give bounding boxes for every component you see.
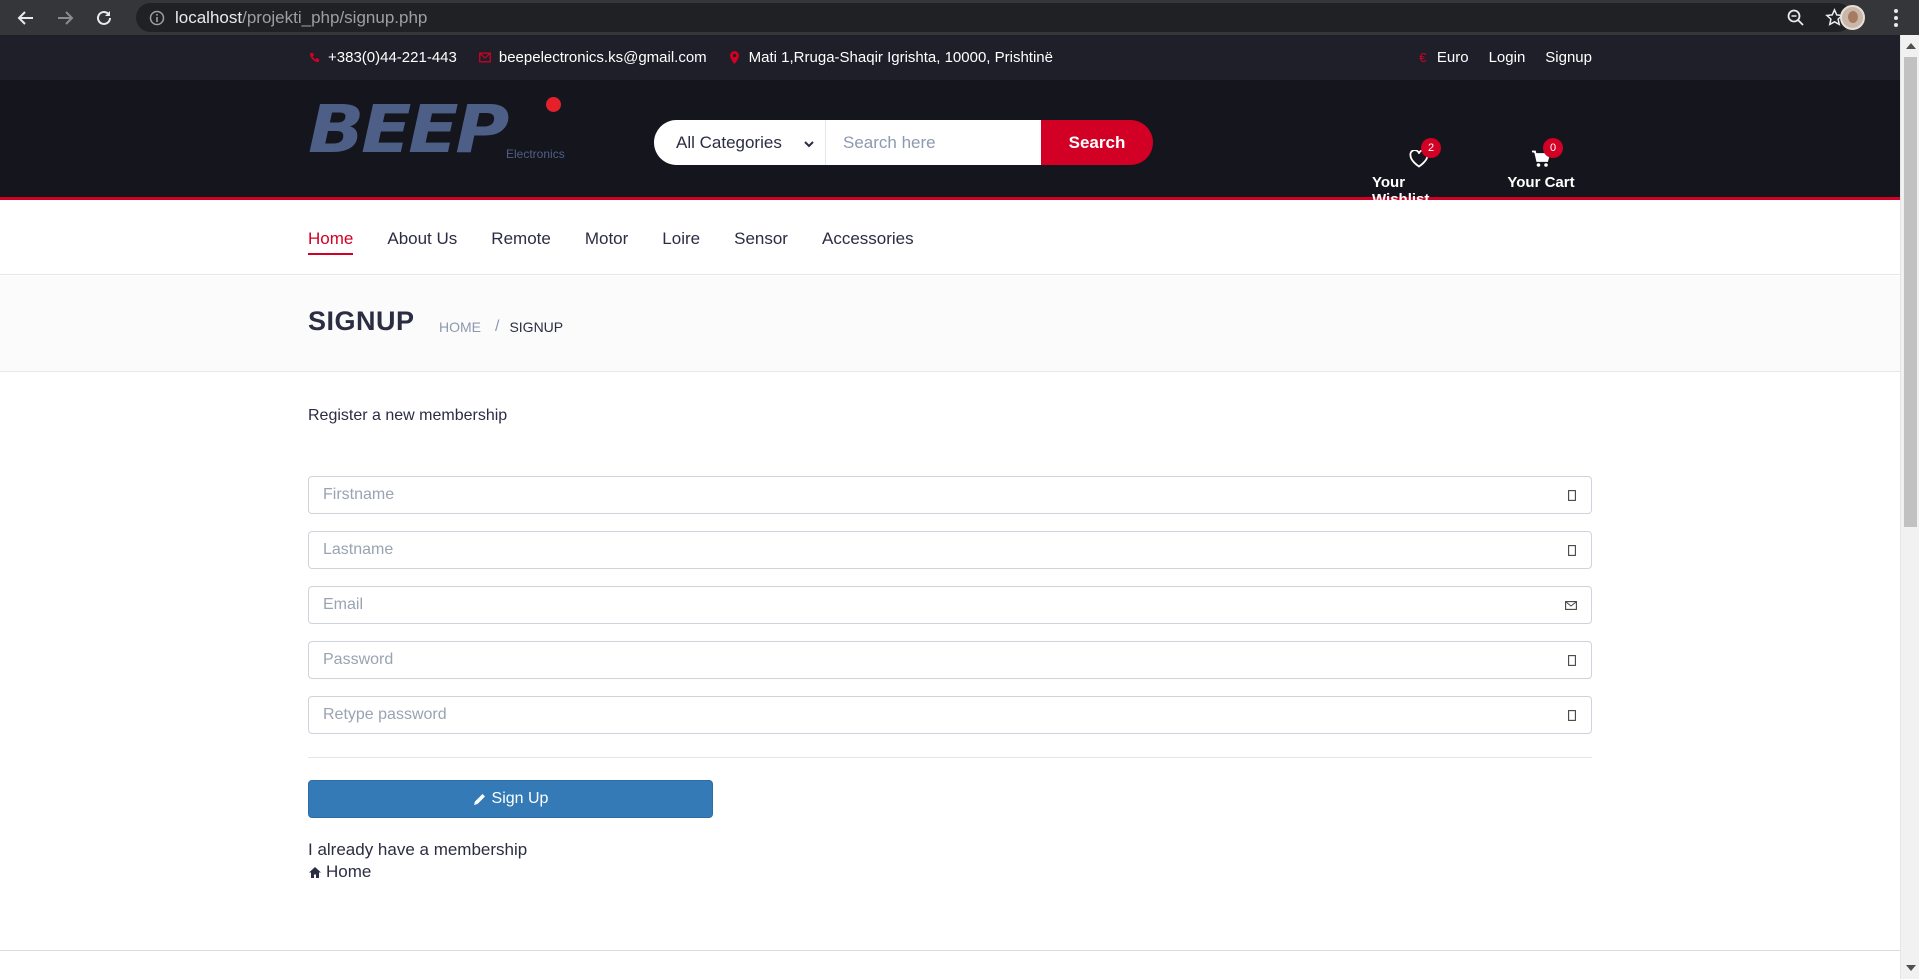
signup-form: Register a new membership Firstname Last… (308, 407, 1592, 881)
url-path: /projekti_php/signup.php (242, 7, 428, 27)
email-text: beepelectronics.ks@gmail.com (498, 49, 707, 66)
sign-up-label: Sign Up (491, 790, 549, 807)
home-icon (308, 866, 322, 879)
chevron-down-icon (803, 135, 815, 155)
url-host: localhost (175, 7, 243, 27)
nav-item-accessories[interactable]: Accessories (822, 221, 914, 257)
address-text: Mati 1,Rruga-Shaqir Igrishta, 10000, Pri… (748, 49, 1053, 66)
page-title: SIGNUP (308, 306, 415, 336)
password-field[interactable]: Password (308, 641, 1592, 679)
main-header: BEEP Electronics All Categories Search h… (0, 80, 1900, 208)
nav-item-motor[interactable]: Motor (585, 221, 628, 257)
nav-item-remote[interactable]: Remote (491, 221, 551, 257)
page-scrollbar[interactable] (1900, 35, 1919, 979)
cart-label: Your Cart (1507, 174, 1575, 191)
zoom-icon[interactable] (1786, 8, 1805, 31)
password-placeholder: Password (323, 651, 394, 668)
wishlist-count-badge: 2 (1421, 138, 1441, 158)
email-placeholder: Email (323, 596, 364, 613)
browser-menu-icon[interactable] (1886, 7, 1906, 29)
currency-link[interactable]: € Euro (1417, 49, 1469, 66)
phone-icon (308, 52, 320, 63)
home-link[interactable]: Home (308, 862, 371, 882)
signup-link[interactable]: Signup (1545, 49, 1592, 66)
scroll-up-arrow-icon[interactable] (1906, 43, 1916, 49)
register-message: Register a new membership (308, 407, 508, 424)
euro-icon: € (1419, 50, 1427, 65)
currency-text: Euro (1436, 49, 1469, 66)
address-link[interactable]: Mati 1,Rruga-Shaqir Igrishta, 10000, Pri… (729, 49, 1053, 66)
phone-text: +383(0)44-221-443 (328, 49, 457, 66)
envelope-icon (1565, 599, 1577, 611)
category-select[interactable]: All Categories (654, 120, 826, 165)
email-field[interactable]: Email (308, 586, 1592, 624)
retype-password-field[interactable]: Retype password (308, 696, 1592, 734)
email-link[interactable]: beepelectronics.ks@gmail.com (478, 49, 707, 66)
page-viewport: +383(0)44-221-443 beepelectronics.ks@gma… (0, 35, 1900, 979)
back-arrow-icon[interactable] (14, 6, 38, 30)
form-divider (308, 757, 1592, 758)
phone-link[interactable]: +383(0)44-221-443 (308, 49, 457, 66)
reload-icon[interactable] (92, 6, 116, 30)
category-select-value: All Categories (676, 132, 782, 152)
search-form: All Categories Search here Search (654, 120, 1153, 165)
url-text: localhost/projekti_php/signup.php (175, 8, 427, 28)
cart-count-badge: 0 (1543, 138, 1563, 158)
cart-link[interactable]: 0 Your Cart (1504, 138, 1578, 191)
user-icon (1567, 544, 1577, 556)
home-link-label: Home (326, 862, 372, 881)
address-bar[interactable]: localhost/projekti_php/signup.php (136, 3, 1852, 32)
profile-avatar[interactable] (1840, 5, 1865, 30)
breadcrumb-current: SIGNUP (509, 319, 564, 335)
footer-divider (0, 950, 1900, 951)
nav-item-home[interactable]: Home (308, 221, 354, 257)
info-icon[interactable] (149, 10, 165, 26)
breadcrumb: SIGNUP HOME / SIGNUP (0, 276, 1900, 372)
search-input[interactable]: Search here (826, 120, 1041, 165)
forward-arrow-icon[interactable] (53, 6, 77, 30)
retype-password-placeholder: Retype password (323, 706, 447, 723)
logo-dot (546, 97, 561, 112)
logo-subtitle: Electronics (506, 147, 565, 161)
lastname-placeholder: Lastname (323, 541, 394, 558)
nav-item-about-us[interactable]: About Us (387, 221, 457, 257)
breadcrumb-trail: HOME / SIGNUP (439, 318, 563, 336)
search-button[interactable]: Search (1041, 120, 1153, 165)
logo[interactable]: BEEP Electronics (308, 95, 568, 165)
lastname-field[interactable]: Lastname (308, 531, 1592, 569)
logo-text: BEEP (308, 91, 509, 168)
sign-up-button[interactable]: Sign Up (308, 780, 713, 818)
map-marker-icon (729, 51, 741, 64)
browser-toolbar: localhost/projekti_php/signup.php (0, 0, 1919, 35)
breadcrumb-separator: / (495, 318, 500, 335)
nav-item-loire[interactable]: Loire (662, 221, 700, 257)
firstname-placeholder: Firstname (323, 486, 395, 503)
nav-item-sensor[interactable]: Sensor (734, 221, 788, 257)
already-member-link[interactable]: I already have a membership (308, 840, 527, 860)
login-link[interactable]: Login (1489, 49, 1526, 66)
breadcrumb-home-link[interactable]: HOME (439, 319, 481, 335)
top-header: +383(0)44-221-443 beepelectronics.ks@gma… (0, 35, 1900, 80)
firstname-field[interactable]: Firstname (308, 476, 1592, 514)
wishlist-link[interactable]: 2 Your Wishlist (1372, 138, 1466, 208)
pencil-icon (473, 793, 486, 806)
login-icon (1567, 709, 1577, 721)
scroll-down-arrow-icon[interactable] (1906, 965, 1916, 971)
user-icon (1567, 489, 1577, 501)
lock-icon (1567, 654, 1577, 666)
scrollbar-thumb[interactable] (1904, 57, 1917, 527)
envelope-icon (478, 52, 491, 63)
main-navigation: Home About Us Remote Motor Loire Sensor … (0, 203, 1900, 275)
